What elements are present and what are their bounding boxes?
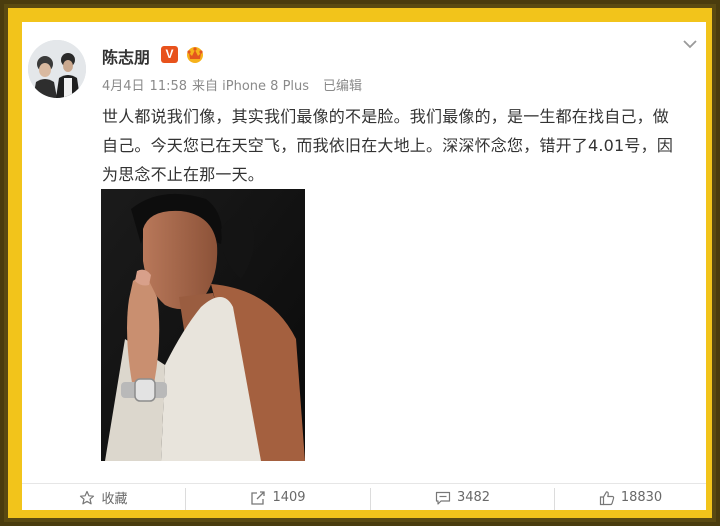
repost-icon (251, 490, 266, 505)
post-text-line: 为思念不止在那一天。 (102, 165, 265, 184)
favorite-label: 收藏 (101, 492, 128, 507)
favorite-button[interactable]: 收藏 (22, 484, 185, 510)
edited-label[interactable]: 已编辑 (323, 79, 362, 94)
post-text-line: 世人都说我们像，其实我们最像的不是脸。我们最像的，是一生都在找自己，做 (102, 107, 670, 126)
action-bar: 收藏 1409 3482 18830 (22, 483, 706, 510)
thumbs-up-icon (599, 490, 615, 505)
page-frame: 陈志朋 V 4月4日 11:58 来自 iPhone 8 Plus 已编辑 世人… (0, 0, 720, 526)
comment-icon (435, 491, 451, 505)
yellow-border: 陈志朋 V 4月4日 11:58 来自 iPhone 8 Plus 已编辑 世人… (8, 8, 712, 518)
like-count: 18830 (620, 490, 663, 505)
chevron-down-icon[interactable] (682, 36, 698, 52)
post-time[interactable]: 11:58 (150, 79, 187, 94)
star-icon (80, 490, 95, 504)
crown-icon[interactable] (184, 44, 206, 64)
repost-button[interactable]: 1409 (186, 484, 370, 510)
avatar[interactable] (28, 40, 86, 98)
post-source: 来自 iPhone 8 Plus (192, 79, 310, 94)
post-date[interactable]: 4月4日 (102, 79, 145, 94)
post-photo[interactable] (101, 189, 305, 461)
comment-count: 3482 (456, 490, 491, 505)
username[interactable]: 陈志朋 (102, 44, 150, 68)
post-text-line: 自己。今天您已在天空飞，而我依旧在大地上。深深怀念您，错开了4.01号，因 (102, 136, 674, 155)
post-text: 世人都说我们像，其实我们最像的不是脸。我们最像的，是一生都在找自己，做 自己。今… (102, 102, 704, 189)
post-meta: 4月4日 11:58 来自 iPhone 8 Plus 已编辑 (102, 75, 367, 94)
comment-button[interactable]: 3482 (371, 484, 554, 510)
weibo-post-card: 陈志朋 V 4月4日 11:58 来自 iPhone 8 Plus 已编辑 世人… (22, 22, 706, 510)
verified-badge-icon: V (161, 46, 178, 63)
repost-count: 1409 (272, 490, 306, 505)
like-button[interactable]: 18830 (555, 484, 706, 510)
